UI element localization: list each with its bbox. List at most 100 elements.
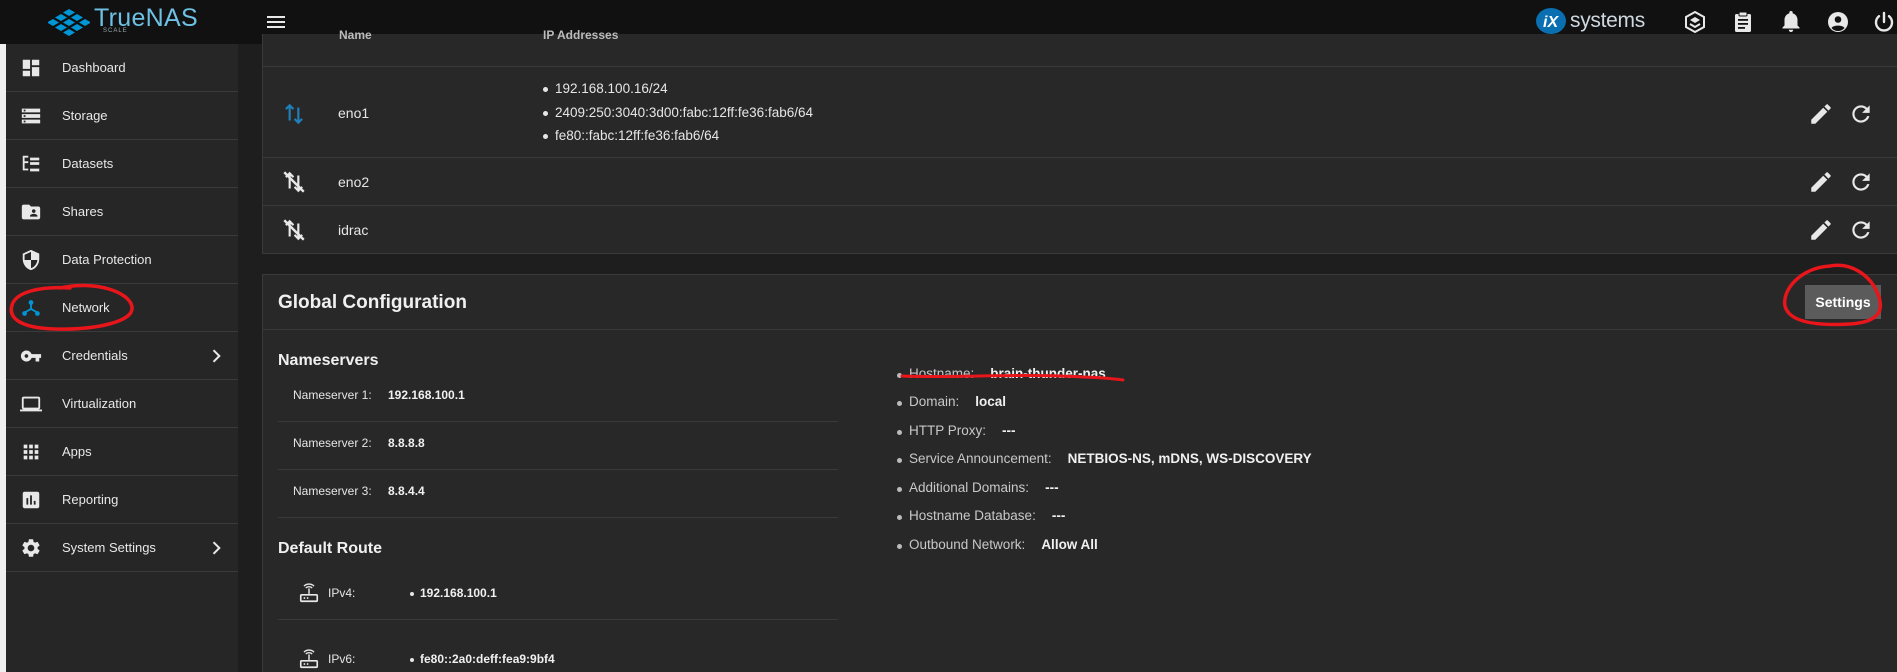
property-domain: Domain: local <box>897 394 1006 414</box>
nameserver-row: Nameserver 3: 8.8.4.4 <box>278 470 838 518</box>
sidebar-item-datasets[interactable]: Datasets <box>6 140 238 188</box>
ixsystems-logo[interactable]: iX systems <box>1534 6 1645 36</box>
sidebar-item-label: Credentials <box>62 348 128 363</box>
route-value: fe80::2a0:deff:fea9:9bf4 <box>410 652 555 666</box>
sidebar-item-credentials[interactable]: Credentials <box>6 332 238 380</box>
sidebar-item-label: Dashboard <box>62 60 126 75</box>
shield-icon <box>22 249 40 271</box>
truenas-logo[interactable]: TrueNAS <box>48 4 198 40</box>
property-value: --- <box>1045 480 1059 495</box>
edit-pencil-icon[interactable] <box>1808 217 1834 243</box>
property-additional-domains: Additional Domains: --- <box>897 480 1059 500</box>
column-header-name: Name <box>339 28 372 42</box>
property-label: Outbound Network: <box>909 537 1026 552</box>
power-icon[interactable] <box>1872 10 1896 34</box>
global-configuration-title: Global Configuration <box>278 292 467 313</box>
nameserver-row: Nameserver 1: 192.168.100.1 <box>278 374 838 422</box>
brand-name: TrueNAS <box>94 3 198 32</box>
property-http-proxy: HTTP Proxy: --- <box>897 423 1016 443</box>
link-down-icon <box>283 219 305 241</box>
brand-edition: SCALE <box>103 28 128 34</box>
sidebar-item-system-settings[interactable]: System Settings <box>6 524 238 572</box>
link-up-arrows-icon <box>285 103 303 125</box>
sidebar-item-label: Datasets <box>62 156 114 171</box>
router-icon <box>299 583 319 603</box>
sidebar-item-label: Reporting <box>62 492 119 507</box>
property-value: Allow All <box>1041 537 1098 552</box>
refresh-icon[interactable] <box>1848 217 1874 243</box>
apps-grid-icon <box>23 444 39 460</box>
interfaces-card: Name IP Addresses eno1 192.168.100.16/24… <box>262 28 1897 254</box>
edit-pencil-icon[interactable] <box>1808 101 1834 127</box>
sidebar: Dashboard Storage Datasets Shares Data P… <box>6 44 238 672</box>
property-service-announcement: Service Announcement: NETBIOS-NS, mDNS, … <box>897 451 1312 471</box>
property-value: brain-thunder-nas <box>990 366 1106 381</box>
truecommand-icon[interactable] <box>1683 10 1707 34</box>
interface-row-eno1[interactable]: eno1 192.168.100.16/24 2409:250:3040:3d0… <box>263 66 1897 158</box>
network-icon <box>22 300 40 316</box>
nameserver-label: Nameserver 2: <box>293 436 372 450</box>
sidebar-item-apps[interactable]: Apps <box>6 428 238 476</box>
interface-name: idrac <box>338 222 369 238</box>
truenas-logo-icon <box>48 9 90 36</box>
sidebar-item-label: Apps <box>62 444 92 459</box>
edit-pencil-icon[interactable] <box>1808 169 1834 195</box>
sidebar-item-label: System Settings <box>62 540 156 555</box>
hamburger-menu-icon[interactable] <box>264 10 288 34</box>
interface-name: eno1 <box>338 105 370 121</box>
property-label: HTTP Proxy: <box>909 423 987 438</box>
laptop-icon <box>20 396 42 412</box>
sidebar-item-virtualization[interactable]: Virtualization <box>6 380 238 428</box>
sidebar-item-data-protection[interactable]: Data Protection <box>6 236 238 284</box>
account-circle-icon[interactable] <box>1826 10 1850 34</box>
sidebar-item-shares[interactable]: Shares <box>6 188 238 236</box>
key-icon <box>20 350 42 362</box>
ip-address: 192.168.100.16/24 <box>543 77 813 101</box>
jobs-clipboard-icon[interactable] <box>1731 10 1755 34</box>
sidebar-item-label: Virtualization <box>62 396 137 411</box>
refresh-icon[interactable] <box>1848 101 1874 127</box>
shares-folder-icon <box>21 204 41 220</box>
interface-row-idrac[interactable]: idrac <box>263 206 1897 254</box>
link-down-icon <box>283 171 305 193</box>
route-row-ipv4: IPv4: 192.168.100.1 <box>278 572 838 620</box>
property-hostname-database: Hostname Database: --- <box>897 508 1065 528</box>
property-outbound-network: Outbound Network: Allow All <box>897 537 1098 557</box>
property-value: --- <box>1002 423 1016 438</box>
property-label: Service Announcement: <box>909 451 1052 466</box>
nameserver-value: 8.8.4.4 <box>388 484 425 498</box>
property-value: local <box>975 394 1007 409</box>
nameserver-value: 8.8.8.8 <box>388 436 425 450</box>
svg-text:iX: iX <box>1543 14 1559 31</box>
sidebar-item-reporting[interactable]: Reporting <box>6 476 238 524</box>
settings-button[interactable]: Settings <box>1805 285 1881 319</box>
card-divider <box>263 329 1897 330</box>
chevron-right-icon <box>212 541 221 555</box>
ip-address: fe80::fabc:12ff:fe36:fab6/64 <box>543 124 813 148</box>
interface-row-eno2[interactable]: eno2 <box>263 158 1897 206</box>
column-header-ip-addresses: IP Addresses <box>543 28 619 42</box>
route-row-ipv6: IPv6: fe80::2a0:deff:fea9:9bf4 <box>278 638 838 672</box>
property-hostname: Hostname: brain-thunder-nas <box>897 366 1106 386</box>
sidebar-item-dashboard[interactable]: Dashboard <box>6 44 238 92</box>
refresh-icon[interactable] <box>1848 169 1874 195</box>
nameserver-label: Nameserver 3: <box>293 484 372 498</box>
bell-icon[interactable] <box>1779 10 1803 34</box>
route-label: IPv6: <box>328 652 356 666</box>
ixsystems-badge-icon: iX <box>1536 8 1566 34</box>
ip-address-list: 192.168.100.16/24 2409:250:3040:3d00:fab… <box>543 77 813 148</box>
property-label: Hostname Database: <box>909 508 1036 523</box>
nameserver-value: 192.168.100.1 <box>388 388 465 402</box>
property-label: Additional Domains: <box>909 480 1030 495</box>
dashboard-icon <box>22 59 40 77</box>
nameserver-label: Nameserver 1: <box>293 388 372 402</box>
sidebar-item-network[interactable]: Network <box>6 284 238 332</box>
interface-name: eno2 <box>338 174 370 190</box>
sidebar-item-storage[interactable]: Storage <box>6 92 238 140</box>
property-label: Hostname: <box>909 366 975 381</box>
chevron-right-icon <box>212 349 221 363</box>
default-route-title: Default Route <box>278 540 382 557</box>
reporting-icon <box>22 491 40 509</box>
datasets-icon <box>22 155 40 172</box>
nameserver-row: Nameserver 2: 8.8.8.8 <box>278 422 838 470</box>
